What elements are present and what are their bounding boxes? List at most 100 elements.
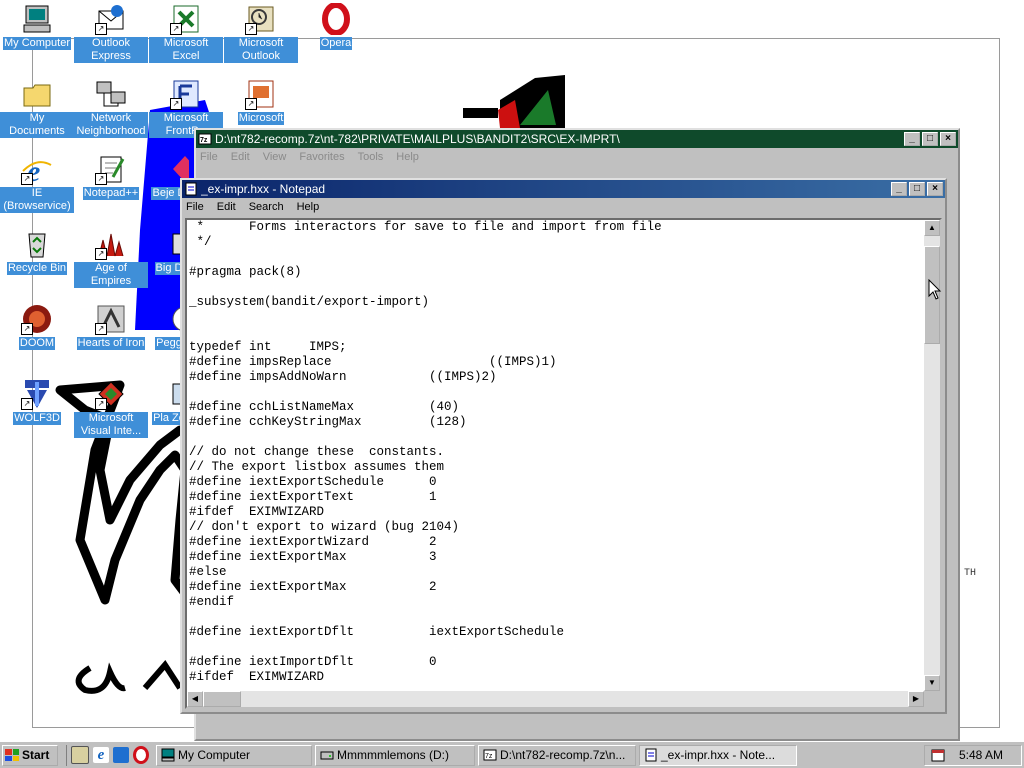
- desktop-icon-notepad-plus-plus[interactable]: ↗ Notepad++: [74, 153, 148, 200]
- windows-logo-icon: [5, 749, 19, 761]
- taskbar-item-notepad[interactable]: _ex-impr.hxx - Note...: [639, 744, 797, 766]
- minimize-button[interactable]: _: [904, 132, 920, 146]
- scroll-down-button[interactable]: ▼: [924, 675, 940, 691]
- computer-icon: [161, 748, 175, 762]
- desktop-icon-label: Microsoft Excel: [149, 37, 223, 63]
- desktop-icon-label: Microsoft: [237, 112, 285, 125]
- notepad-icon: [644, 748, 658, 762]
- minimize-button[interactable]: _: [891, 182, 907, 196]
- desktop-icon-microsoft-excel[interactable]: ↗ Microsoft Excel: [149, 3, 223, 63]
- close-button[interactable]: ×: [940, 132, 956, 146]
- menu-help[interactable]: Help: [297, 201, 320, 213]
- age-of-empires-icon: ↗: [95, 228, 127, 260]
- desktop-icon-hearts-of-iron[interactable]: ↗ Hearts of Iron: [74, 303, 148, 350]
- desktop-icon-label: Age of Empires: [74, 262, 148, 288]
- visual-interdev-icon: ↗: [95, 378, 127, 410]
- close-button[interactable]: ×: [927, 182, 943, 196]
- desktop-icon-opera[interactable]: Opera: [299, 2, 373, 50]
- menu-tools[interactable]: Tools: [358, 151, 384, 163]
- desktop-icon-microsoft-powerpoint[interactable]: ↗ Microsoft: [224, 78, 298, 125]
- outlook-express-icon[interactable]: [113, 747, 129, 763]
- shortcut-arrow-icon: ↗: [170, 98, 182, 110]
- taskbar-item-label: My Computer: [178, 748, 251, 762]
- notepad-icon: [184, 182, 198, 196]
- desktop-icon-wolf3d[interactable]: ↗ WOLF3D: [0, 378, 74, 425]
- outlook-express-icon: ↗: [95, 3, 127, 35]
- scroll-right-button[interactable]: ▶: [908, 691, 924, 707]
- desktop-icon-my-documents[interactable]: My Documents: [0, 78, 74, 138]
- start-button[interactable]: Start: [2, 744, 58, 766]
- editor-text[interactable]: * Forms interactors for save to file and…: [189, 220, 922, 690]
- desktop-icon-label: My Computer: [2, 37, 72, 50]
- explorer-menu-bar: File Edit View Favorites Tools Help: [196, 148, 958, 166]
- desktop-icon-ie-browservice[interactable]: e ↗ IE (Browservice): [0, 153, 74, 213]
- taskbar-item-label: _ex-impr.hxx - Note...: [661, 748, 776, 762]
- svg-text:7z: 7z: [200, 137, 208, 144]
- archive-icon: 7z: [483, 748, 497, 762]
- network-icon: [95, 78, 127, 110]
- maximize-button[interactable]: □: [922, 132, 938, 146]
- scroll-up-button[interactable]: ▲: [924, 220, 940, 236]
- desktop-icon-outlook-express[interactable]: ↗ Outlook Express: [74, 3, 148, 63]
- notepad-plus-plus-icon: ↗: [95, 153, 127, 185]
- taskbar-item-label: D:\nt782-recomp.7z\n...: [500, 748, 626, 762]
- internet-explorer-icon: e ↗: [21, 153, 53, 188]
- desktop-icon-age-of-empires[interactable]: ↗ Age of Empires: [74, 228, 148, 288]
- desktop-icon-label: IE (Browservice): [0, 187, 74, 213]
- desktop-icon-recycle-bin[interactable]: Recycle Bin: [0, 228, 74, 275]
- scroll-thumb[interactable]: [203, 691, 241, 707]
- drive-icon: [320, 748, 334, 762]
- outlook-icon: ↗: [245, 3, 277, 35]
- shortcut-arrow-icon: ↗: [170, 23, 182, 35]
- menu-file[interactable]: File: [186, 201, 204, 213]
- horizontal-scrollbar[interactable]: ◀ ▶: [187, 691, 924, 707]
- shortcut-arrow-icon: ↗: [95, 248, 107, 260]
- maximize-button[interactable]: □: [909, 182, 925, 196]
- recycle-bin-icon: [21, 228, 53, 260]
- doom-icon: ↗: [21, 303, 53, 335]
- clock[interactable]: 5:48 AM: [959, 748, 1003, 762]
- shortcut-arrow-icon: ↗: [245, 98, 257, 110]
- desktop-icon-microsoft-visual-interdev[interactable]: ↗ Microsoft Visual Inte...: [74, 378, 148, 438]
- text-editor[interactable]: * Forms interactors for save to file and…: [185, 218, 942, 709]
- menu-favorites[interactable]: Favorites: [299, 151, 344, 163]
- desktop-icon-doom[interactable]: ↗ DOOM: [0, 303, 74, 350]
- desktop-icon-label: WOLF3D: [13, 412, 61, 425]
- menu-view[interactable]: View: [263, 151, 287, 163]
- notepad-menu-bar: File Edit Search Help: [182, 198, 945, 216]
- desktop-icon-label: Microsoft Outlook: [224, 37, 298, 63]
- desktop-icon-label: Hearts of Iron: [76, 337, 146, 350]
- taskbar-item-mmmmmlemons[interactable]: Mmmmmlemons (D:): [315, 744, 475, 766]
- desktop-icon-label: My Documents: [0, 112, 74, 138]
- shortcut-arrow-icon: ↗: [95, 173, 107, 185]
- explorer-title-bar[interactable]: 7z D:\nt782-recomp.7z\nt-782\PRIVATE\MAI…: [196, 130, 958, 148]
- scheduler-icon[interactable]: [931, 748, 945, 762]
- notepad-title-bar[interactable]: _ex-impr.hxx - Notepad _ □ ×: [182, 180, 945, 198]
- show-desktop-icon[interactable]: [71, 746, 89, 764]
- taskbar-item-explorer[interactable]: 7z D:\nt782-recomp.7z\n...: [478, 744, 636, 766]
- opera-icon[interactable]: [133, 746, 149, 764]
- computer-icon: [21, 3, 53, 35]
- start-label: Start: [22, 748, 50, 762]
- desktop-icon-my-computer[interactable]: My Computer: [0, 3, 74, 50]
- menu-help[interactable]: Help: [396, 151, 419, 163]
- taskbar: Start e My Computer Mmmmmlemons (D:) 7z …: [0, 741, 1024, 768]
- hearts-of-iron-icon: ↗: [95, 303, 127, 335]
- taskbar-item-my-computer[interactable]: My Computer: [156, 744, 312, 766]
- menu-edit[interactable]: Edit: [231, 151, 250, 163]
- svg-text:7z: 7z: [485, 753, 493, 760]
- shortcut-arrow-icon: ↗: [21, 173, 33, 185]
- menu-edit[interactable]: Edit: [217, 201, 236, 213]
- scrollbar-corner: [924, 691, 940, 707]
- frontpage-icon: ↗: [170, 78, 202, 110]
- desktop-icon-network-neighborhood[interactable]: Network Neighborhood: [74, 78, 148, 138]
- menu-search[interactable]: Search: [249, 201, 284, 213]
- internet-explorer-icon[interactable]: e: [93, 747, 109, 763]
- desktop-icon-label: DOOM: [18, 337, 56, 350]
- menu-file[interactable]: File: [200, 151, 218, 163]
- desktop-icon-label: Opera: [319, 37, 353, 50]
- scroll-left-button[interactable]: ◀: [187, 691, 203, 707]
- taskbar-item-label: Mmmmmlemons (D:): [337, 748, 449, 762]
- desktop-icon-microsoft-outlook[interactable]: ↗ Microsoft Outlook: [224, 3, 298, 63]
- notepad-window[interactable]: _ex-impr.hxx - Notepad _ □ × File Edit S…: [180, 178, 947, 714]
